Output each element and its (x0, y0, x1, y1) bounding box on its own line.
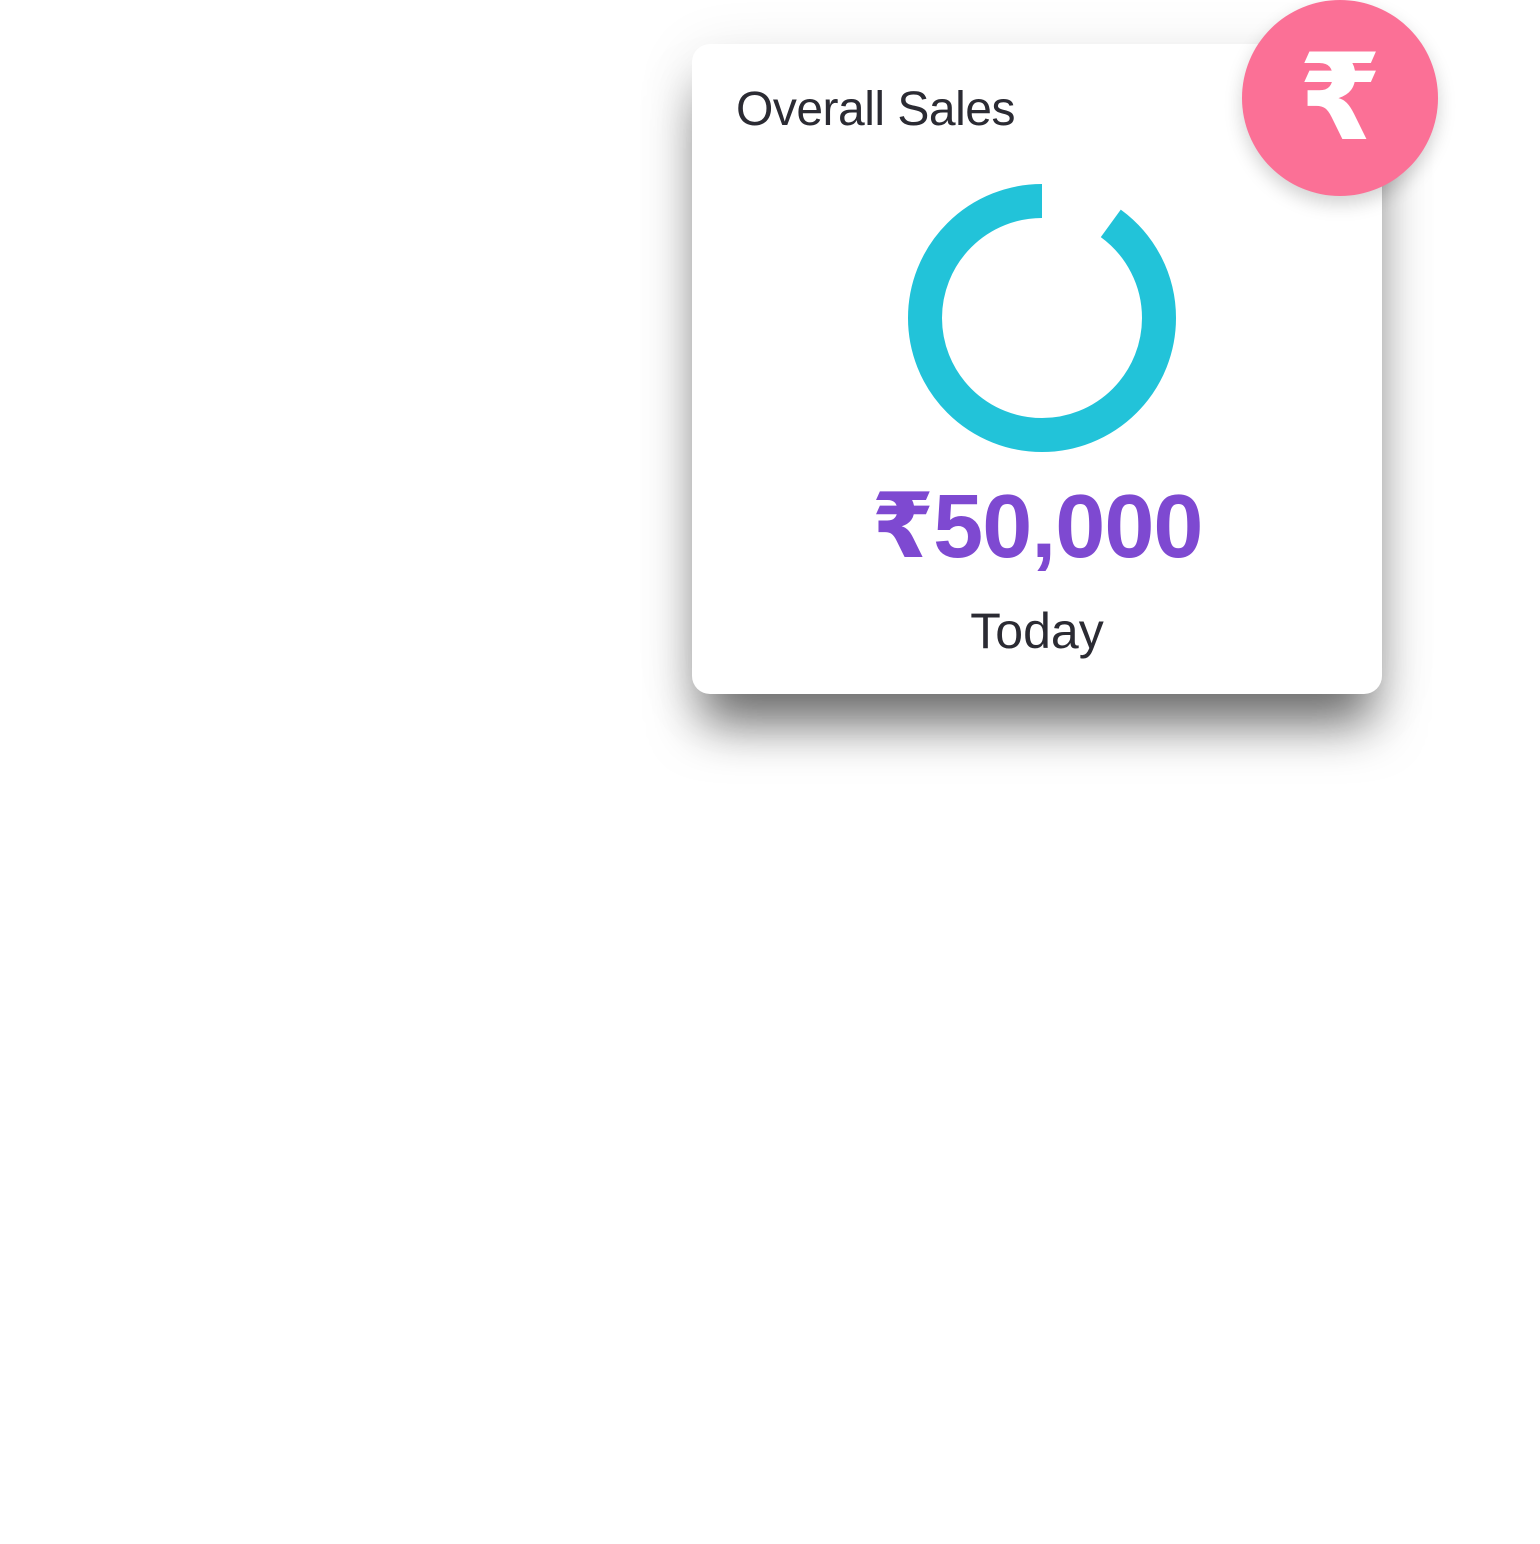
rupee-icon: ₹ (1242, 0, 1438, 196)
progress-ring (908, 184, 1176, 452)
stage: Overall Sales ₹50,000 Today ₹ (0, 0, 1540, 1544)
progress-ring-svg (908, 184, 1176, 452)
progress-ring-arc (908, 184, 1176, 452)
card-title: Overall Sales (736, 83, 1015, 136)
rupee-icon-glyph: ₹ (1298, 31, 1382, 165)
period-label: Today (970, 603, 1104, 659)
sales-amount: ₹50,000 (871, 477, 1204, 577)
